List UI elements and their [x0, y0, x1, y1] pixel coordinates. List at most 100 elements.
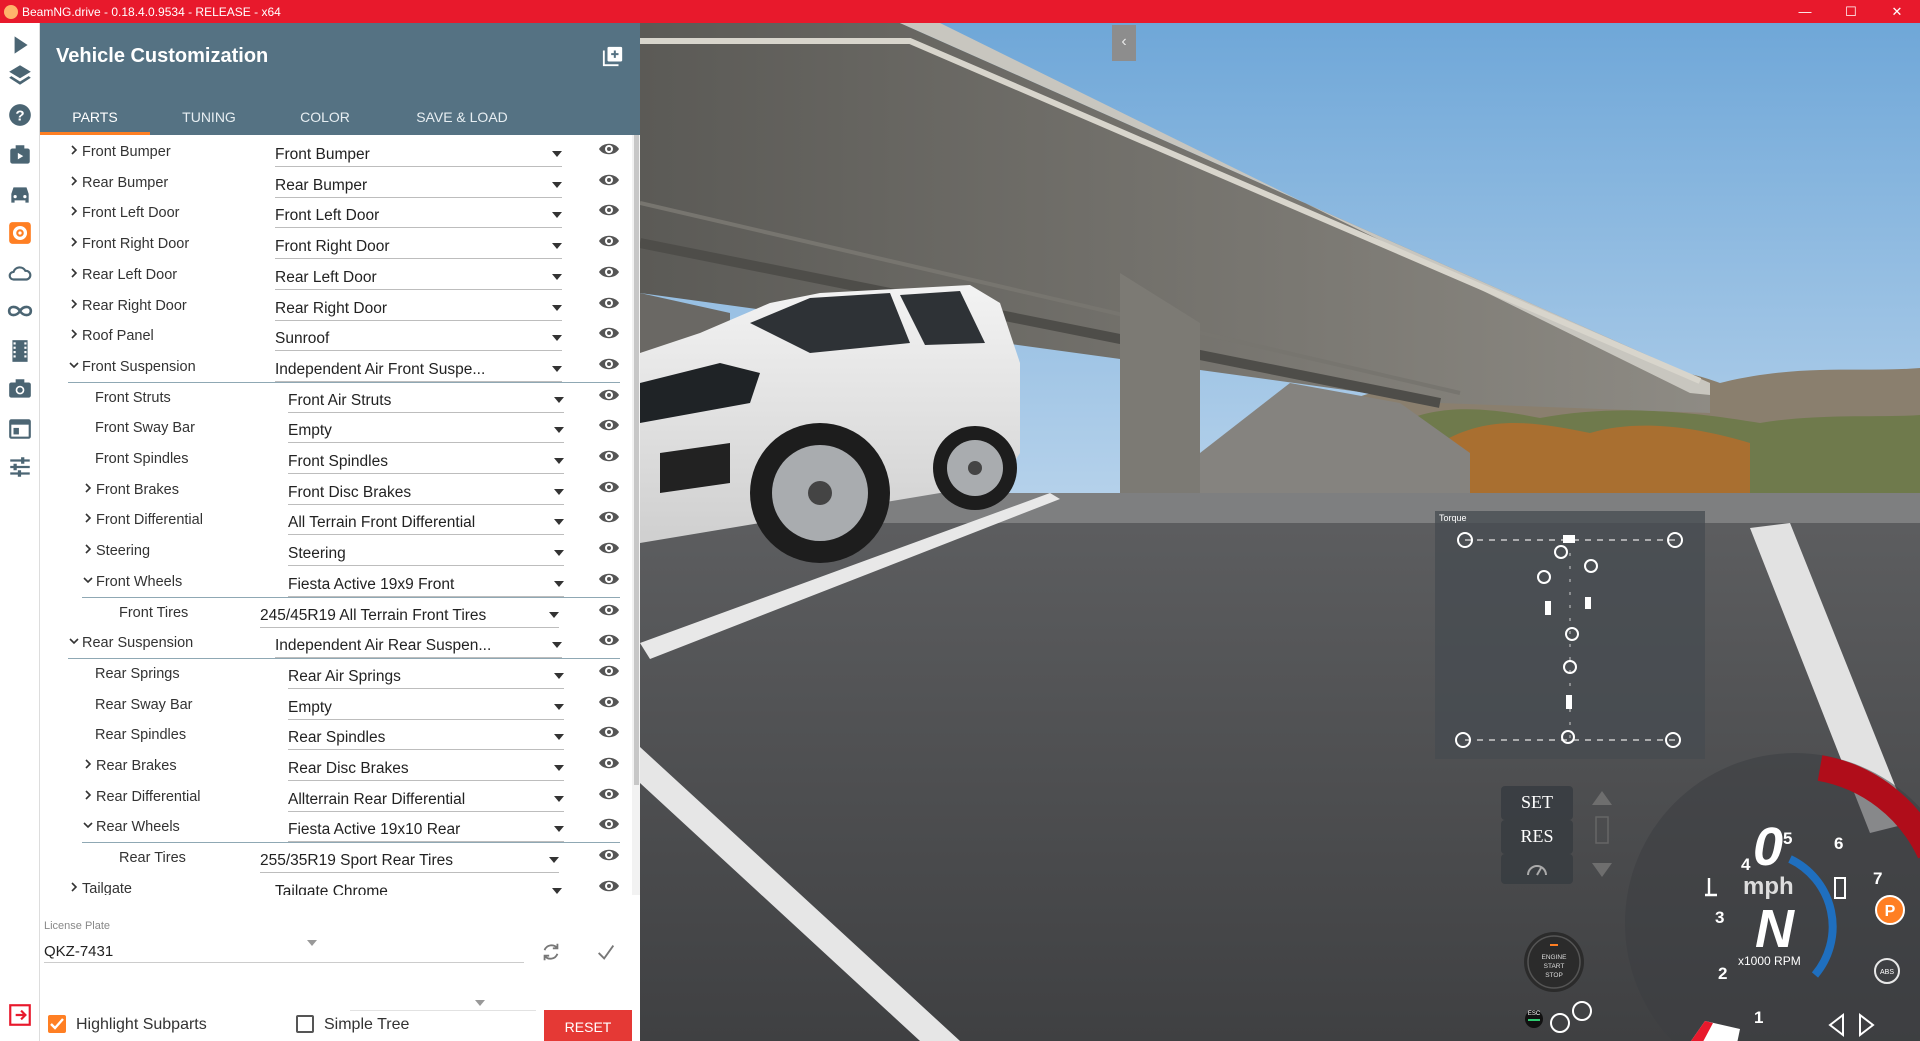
parts-scrollbar-thumb[interactable] — [634, 135, 639, 785]
chevron-right-icon[interactable] — [68, 267, 80, 279]
chevron-down-icon[interactable] — [68, 635, 80, 647]
close-button[interactable]: ✕ — [1874, 0, 1920, 23]
cruise-adjust-arrows[interactable] — [1590, 789, 1614, 879]
refresh-icon[interactable] — [540, 941, 562, 963]
visibility-eye-icon[interactable] — [598, 786, 620, 802]
reset-button[interactable]: RESET — [544, 1010, 632, 1041]
chevron-right-icon[interactable] — [82, 482, 94, 494]
help-icon[interactable]: ? — [4, 99, 36, 131]
part-select[interactable]: Rear Air Springs — [288, 662, 564, 689]
visibility-eye-icon[interactable] — [598, 724, 620, 740]
highlight-subparts-label[interactable]: Highlight Subparts — [76, 1016, 207, 1034]
part-select[interactable]: Independent Air Rear Suspen... — [275, 631, 562, 659]
replay-icon[interactable] — [4, 335, 36, 367]
scenario-icon[interactable] — [4, 139, 36, 171]
visibility-eye-icon[interactable] — [598, 816, 620, 832]
visibility-eye-icon[interactable] — [598, 694, 620, 710]
chevron-right-icon[interactable] — [68, 881, 80, 893]
visibility-eye-icon[interactable] — [598, 602, 620, 618]
part-select[interactable]: Front Right Door — [275, 232, 562, 260]
license-plate-dropdown-caret[interactable] — [307, 940, 317, 946]
vehicle-config-icon[interactable] — [4, 217, 36, 249]
highlight-subparts-checkbox[interactable] — [48, 1015, 66, 1033]
visibility-eye-icon[interactable] — [598, 141, 620, 157]
minimize-button[interactable]: — — [1782, 0, 1828, 23]
secondary-dropdown-caret[interactable] — [475, 1000, 485, 1006]
tab-tuning[interactable]: TUNING — [150, 101, 268, 135]
visibility-eye-icon[interactable] — [598, 172, 620, 188]
visibility-eye-icon[interactable] — [598, 325, 620, 341]
part-select[interactable]: 255/35R19 Sport Rear Tires — [260, 846, 559, 874]
part-select[interactable]: Rear Left Door — [275, 263, 562, 290]
chevron-right-icon[interactable] — [68, 328, 80, 340]
part-select[interactable]: Front Disc Brakes — [288, 478, 564, 505]
visibility-eye-icon[interactable] — [598, 356, 620, 372]
part-select[interactable]: Front Bumper — [275, 140, 562, 167]
part-select[interactable]: Fiesta Active 19x10 Rear — [288, 815, 564, 843]
game-viewport[interactable]: ‹ Torque SET RES ENGINE START STOP ESC P… — [640, 23, 1920, 1041]
part-select[interactable]: Empty — [288, 693, 564, 720]
part-select[interactable]: Rear Right Door — [275, 294, 562, 321]
part-select[interactable]: Rear Bumper — [275, 171, 562, 198]
part-select[interactable]: Empty — [288, 416, 564, 444]
visibility-eye-icon[interactable] — [598, 479, 620, 495]
chevron-down-icon[interactable] — [82, 819, 94, 831]
chevron-right-icon[interactable] — [82, 789, 94, 801]
chevron-right-icon[interactable] — [68, 298, 80, 310]
visibility-eye-icon[interactable] — [598, 632, 620, 648]
chevron-right-icon[interactable] — [68, 205, 80, 217]
visibility-eye-icon[interactable] — [598, 509, 620, 525]
chevron-right-icon[interactable] — [82, 512, 94, 524]
options-icon[interactable] — [4, 451, 36, 483]
chevron-right-icon[interactable] — [68, 144, 80, 156]
layers-icon[interactable] — [4, 59, 36, 91]
part-select[interactable]: Sunroof — [275, 324, 562, 352]
track-builder-icon[interactable] — [4, 295, 36, 327]
visibility-eye-icon[interactable] — [598, 417, 620, 433]
open-new-window-icon[interactable] — [602, 45, 624, 67]
part-select[interactable]: Steering — [288, 539, 564, 567]
visibility-eye-icon[interactable] — [598, 202, 620, 218]
chevron-right-icon[interactable] — [82, 758, 94, 770]
play-icon[interactable] — [4, 29, 36, 61]
cruise-speed-icon[interactable] — [1501, 854, 1573, 884]
visibility-eye-icon[interactable] — [598, 755, 620, 771]
part-select[interactable]: Allterrain Rear Differential — [288, 785, 564, 812]
cruise-resume-button[interactable]: RES — [1501, 820, 1573, 854]
cruise-set-button[interactable]: SET — [1501, 786, 1573, 820]
camera-icon[interactable] — [4, 373, 36, 405]
tab-color[interactable]: COLOR — [268, 101, 382, 135]
chevron-down-icon[interactable] — [82, 574, 94, 586]
tab-parts[interactable]: PARTS — [40, 101, 150, 135]
part-select[interactable]: Tailgate Chrome — [275, 877, 562, 895]
visibility-eye-icon[interactable] — [598, 264, 620, 280]
part-select[interactable]: All Terrain Front Differential — [288, 508, 564, 536]
part-select[interactable]: Front Spindles — [288, 447, 564, 474]
visibility-eye-icon[interactable] — [598, 295, 620, 311]
visibility-eye-icon[interactable] — [598, 847, 620, 863]
visibility-eye-icon[interactable] — [598, 540, 620, 556]
tab-save-load[interactable]: SAVE & LOAD — [382, 101, 542, 135]
simple-tree-checkbox[interactable] — [296, 1015, 314, 1033]
part-select[interactable]: Front Air Struts — [288, 386, 564, 413]
collapse-panel-button[interactable]: ‹ — [1112, 25, 1136, 61]
check-icon[interactable] — [595, 941, 617, 963]
part-select[interactable]: Rear Disc Brakes — [288, 754, 564, 781]
chevron-right-icon[interactable] — [68, 236, 80, 248]
exit-icon[interactable] — [4, 999, 36, 1031]
chevron-down-icon[interactable] — [68, 359, 80, 371]
chevron-right-icon[interactable] — [68, 175, 80, 187]
visibility-eye-icon[interactable] — [598, 663, 620, 679]
part-select[interactable]: 245/45R19 All Terrain Front Tires — [260, 601, 559, 628]
visibility-eye-icon[interactable] — [598, 878, 620, 894]
visibility-eye-icon[interactable] — [598, 571, 620, 587]
ui-apps-icon[interactable] — [4, 413, 36, 445]
maximize-button[interactable]: ☐ — [1828, 0, 1874, 23]
visibility-eye-icon[interactable] — [598, 233, 620, 249]
part-select[interactable]: Front Left Door — [275, 201, 562, 229]
part-select[interactable]: Fiesta Active 19x9 Front — [288, 570, 564, 597]
visibility-eye-icon[interactable] — [598, 448, 620, 464]
part-select[interactable]: Rear Spindles — [288, 723, 564, 751]
environment-icon[interactable] — [4, 257, 36, 289]
engine-start-stop-button[interactable]: ENGINE START STOP — [1523, 931, 1585, 993]
